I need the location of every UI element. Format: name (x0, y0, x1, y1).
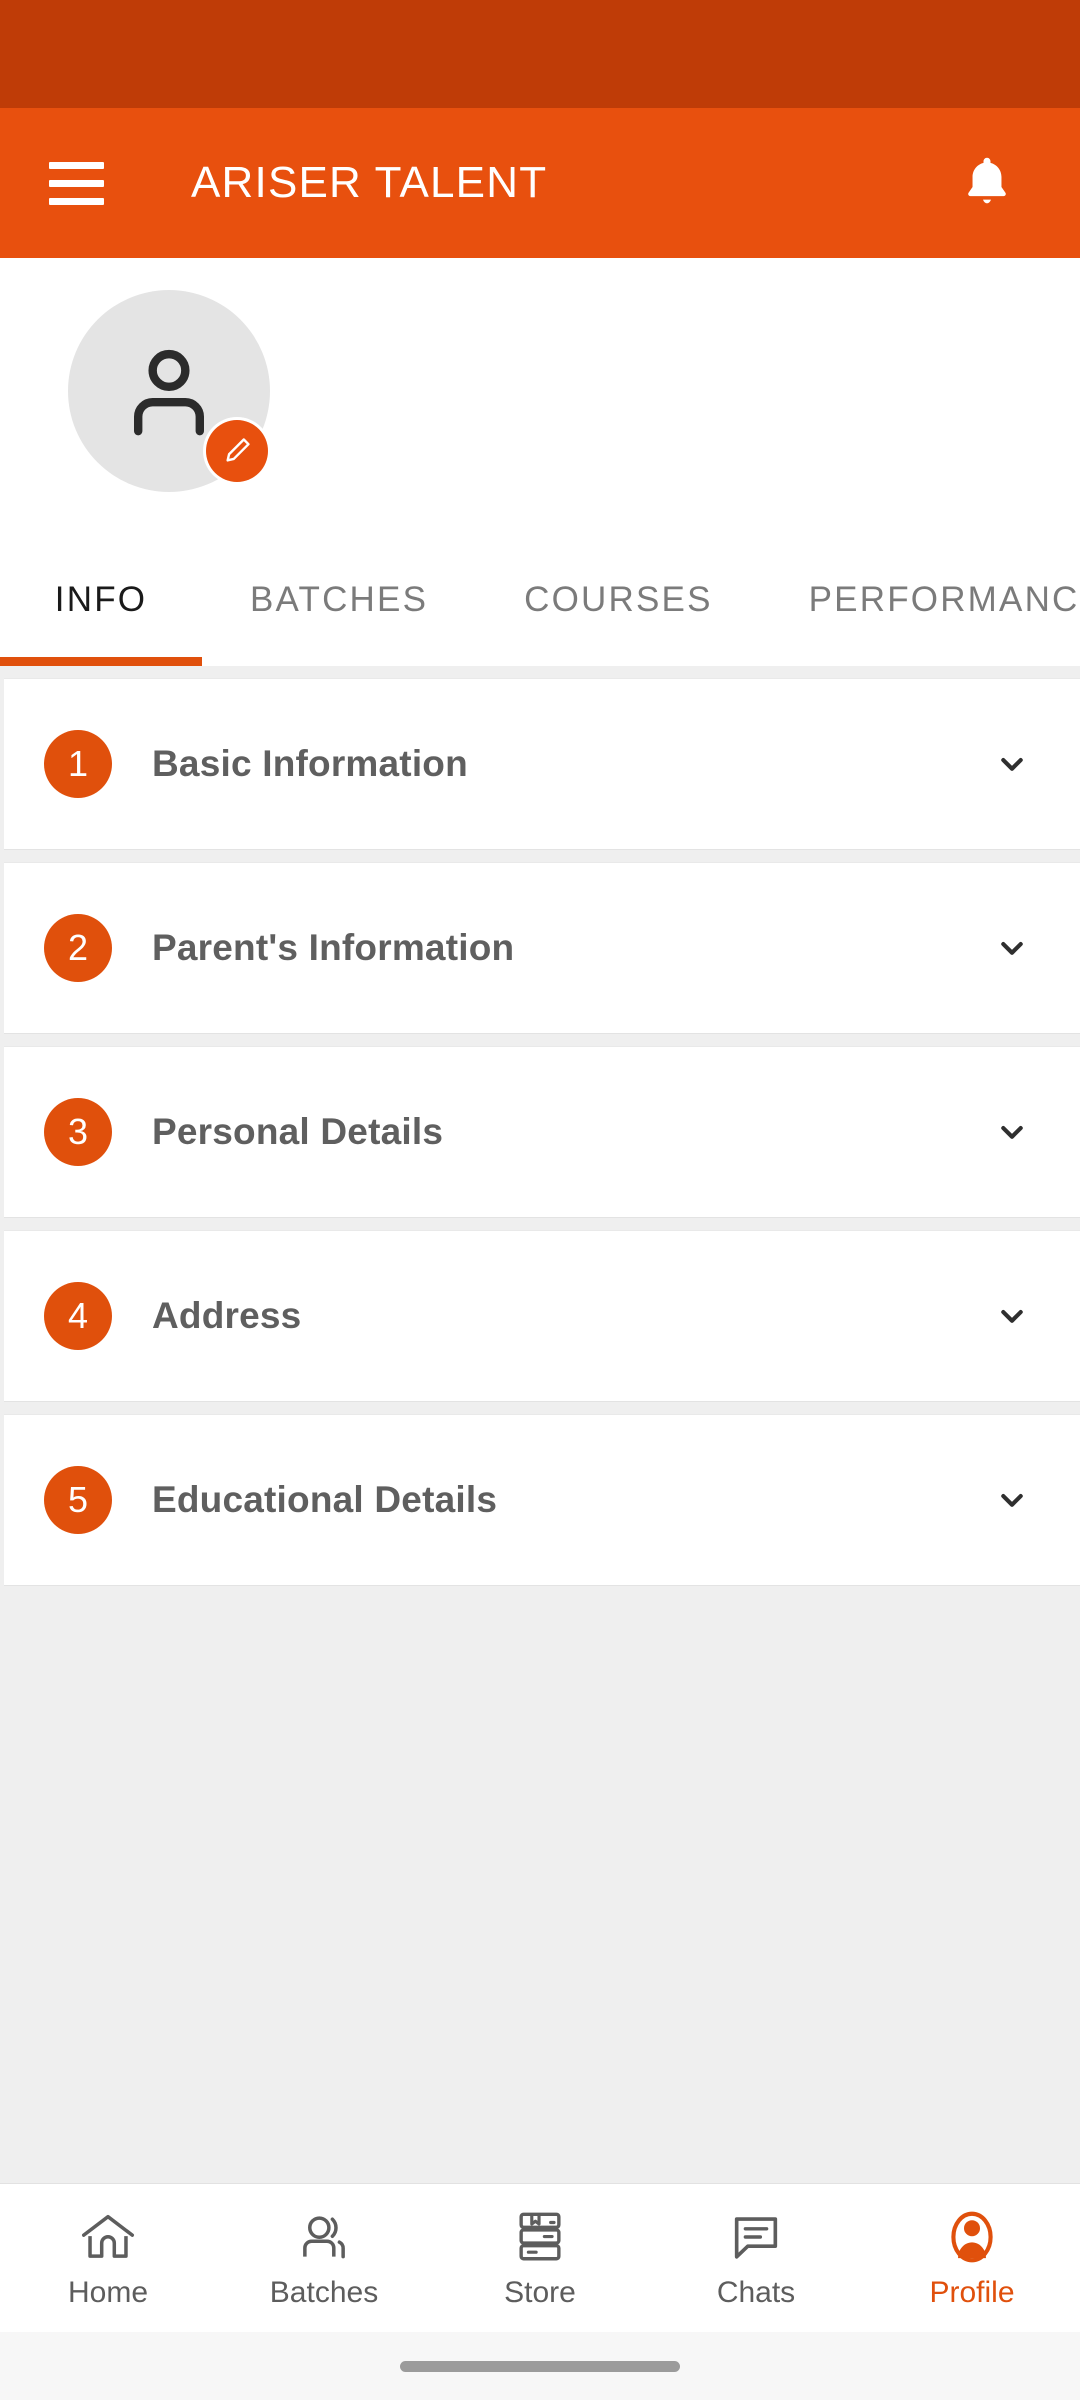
edit-avatar-button[interactable] (206, 420, 268, 482)
tab-info[interactable]: INFO (0, 534, 202, 666)
tab-courses[interactable]: COURSES (476, 534, 761, 666)
section-row-educational-details[interactable]: 5 Educational Details (4, 1414, 1080, 1586)
section-row-parents-information[interactable]: 2 Parent's Information (4, 862, 1080, 1034)
section-number-badge: 1 (44, 730, 112, 798)
tab-label: PERFORMANCE (808, 580, 1080, 619)
section-number-badge: 5 (44, 1466, 112, 1534)
tab-batches[interactable]: BATCHES (202, 534, 476, 666)
bottom-navigation-bar: Home Batches Store Chats Profile (0, 2183, 1080, 2332)
section-title: Educational Details (152, 1479, 498, 1520)
tab-label: BATCHES (250, 580, 429, 619)
section-title: Personal Details (152, 1111, 444, 1152)
nav-item-home[interactable]: Home (0, 2184, 216, 2332)
chat-bubble-icon (727, 2206, 785, 2268)
books-stack-icon (511, 2206, 569, 2268)
chevron-down-icon[interactable] (992, 1480, 1032, 1520)
section-title: Parent's Information (152, 927, 515, 968)
profile-tabs[interactable]: INFO BATCHES COURSES PERFORMANCE (0, 534, 1080, 666)
nav-item-batches[interactable]: Batches (216, 2184, 432, 2332)
app-title: ARISER TALENT (191, 158, 548, 207)
chevron-down-icon[interactable] (992, 1112, 1032, 1152)
section-row-personal-details[interactable]: 3 Personal Details (4, 1046, 1080, 1218)
profile-person-icon (941, 2206, 1003, 2268)
pencil-edit-icon (226, 438, 250, 462)
nav-label: Store (504, 2276, 576, 2309)
app-screen: ARISER TALENT INFO BATCHES COURSES PERFO… (0, 0, 1080, 2400)
hamburger-line (49, 179, 104, 187)
nav-item-profile[interactable]: Profile (864, 2184, 1080, 2332)
section-row-address[interactable]: 4 Address (4, 1230, 1080, 1402)
chevron-down-icon[interactable] (992, 744, 1032, 784)
tab-label: COURSES (524, 580, 713, 619)
hamburger-menu-icon[interactable] (49, 152, 111, 214)
section-number-badge: 4 (44, 1282, 112, 1350)
section-number-badge: 3 (44, 1098, 112, 1166)
section-number-badge: 2 (44, 914, 112, 982)
nav-label: Batches (269, 2276, 379, 2309)
tab-label: INFO (54, 580, 148, 619)
nav-label: Home (67, 2276, 149, 2309)
section-title: Address (152, 1295, 302, 1336)
status-bar (0, 0, 1080, 108)
app-bar: ARISER TALENT (0, 108, 1080, 258)
section-row-basic-information[interactable]: 1 Basic Information (4, 678, 1080, 850)
nav-label: Profile (929, 2276, 1015, 2309)
people-group-icon (293, 2206, 355, 2268)
chevron-down-icon[interactable] (992, 928, 1032, 968)
home-indicator-pill[interactable] (400, 2360, 680, 2372)
hamburger-line (49, 197, 104, 205)
bell-icon[interactable] (952, 148, 1022, 218)
nav-label: Chats (716, 2276, 796, 2309)
profile-header: INFO BATCHES COURSES PERFORMANCE (0, 258, 1080, 666)
chevron-down-icon[interactable] (992, 1296, 1032, 1336)
person-avatar-icon (134, 349, 204, 436)
nav-item-store[interactable]: Store (432, 2184, 648, 2332)
info-sections-list: 1 Basic Information 2 Parent's Informati… (0, 666, 1080, 2183)
hamburger-line (49, 161, 104, 169)
gesture-navigation-area (0, 2332, 1080, 2400)
nav-item-chats[interactable]: Chats (648, 2184, 864, 2332)
section-title: Basic Information (152, 743, 468, 784)
avatar[interactable] (68, 290, 270, 492)
home-icon (77, 2206, 139, 2268)
tab-performance[interactable]: PERFORMANCE (761, 534, 1080, 666)
